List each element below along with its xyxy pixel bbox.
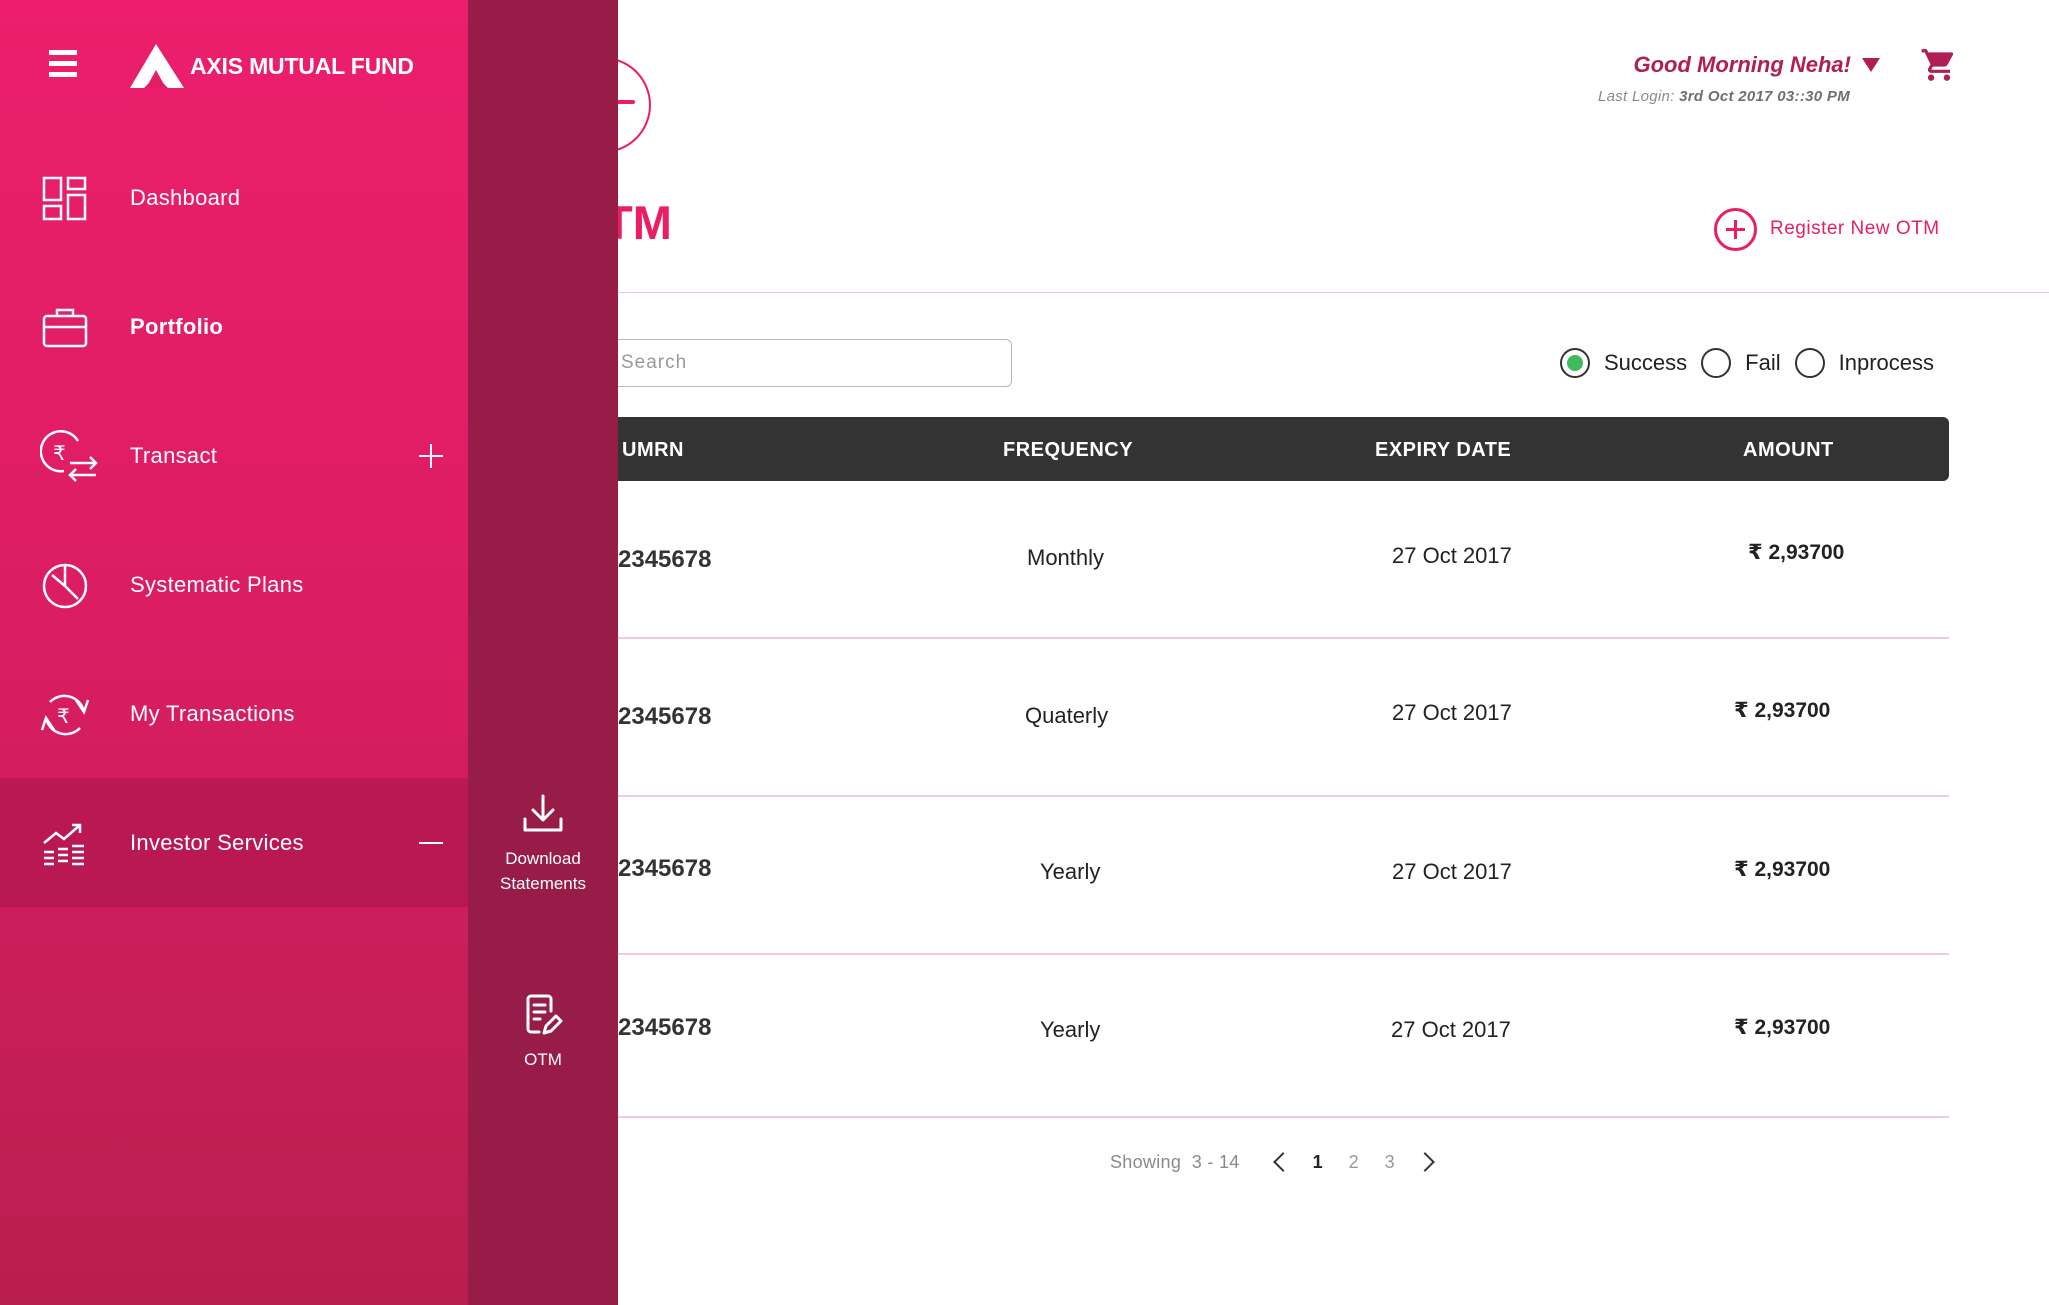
svg-text:₹: ₹ bbox=[57, 704, 70, 728]
last-login-label: Last Login: bbox=[1597, 88, 1675, 105]
filter-label-success: Success bbox=[1604, 350, 1688, 375]
sidebar-label-transact: Transact bbox=[130, 442, 218, 468]
register-new-otm-button[interactable]: Register New OTM bbox=[1714, 207, 1940, 251]
submenu-label-download: Download Statements bbox=[500, 849, 586, 893]
row-divider bbox=[560, 1116, 1949, 1118]
cell-amount: ₹ 2,93700 bbox=[1734, 699, 1831, 722]
cell-umrn: 2345678 bbox=[618, 546, 712, 573]
register-label: Register New OTM bbox=[1770, 218, 1940, 239]
submenu-label-otm: OTM bbox=[524, 1050, 562, 1069]
sidebar-item-transact[interactable]: ₹ Transact bbox=[0, 391, 468, 520]
cell-frequency: Quaterly bbox=[1025, 703, 1109, 728]
sidebar: AXIS MUTUAL FUND Dashboard Portfolio ₹ T… bbox=[0, 0, 468, 1305]
last-login-value: 3rd Oct 2017 03::30 PM bbox=[1679, 88, 1850, 105]
cell-amount: ₹ 2,93700 bbox=[1734, 1016, 1831, 1039]
sidebar-item-investor-services[interactable]: Investor Services bbox=[0, 778, 468, 907]
filter-label-inprocess: Inprocess bbox=[1838, 350, 1934, 375]
page-3[interactable]: 3 bbox=[1385, 1152, 1395, 1173]
expand-plus-icon[interactable] bbox=[419, 443, 443, 468]
submenu-download-statements[interactable]: Download Statements bbox=[468, 792, 618, 896]
investor-services-submenu: Download Statements OTM bbox=[468, 0, 618, 1305]
chevron-left-icon[interactable] bbox=[1272, 1152, 1293, 1172]
briefcase-icon bbox=[42, 308, 88, 348]
rupee-refresh-icon: ₹ bbox=[40, 694, 90, 736]
cell-frequency: Yearly bbox=[1040, 859, 1101, 884]
brand-logo[interactable]: AXIS MUTUAL FUND bbox=[128, 42, 414, 90]
brand-name: AXIS MUTUAL FUND bbox=[190, 52, 414, 79]
cell-amount: ₹ 2,93700 bbox=[1748, 541, 1845, 564]
pagination: Showing 3 - 14 1 2 3 bbox=[1110, 1147, 1444, 1177]
cell-expiry: 27 Oct 2017 bbox=[1391, 1017, 1511, 1042]
column-header-amount[interactable]: AMOUNT bbox=[1743, 439, 1834, 462]
pie-chart-icon bbox=[42, 563, 88, 609]
table-row[interactable]: 2345678 Quaterly 27 Oct 2017 ₹ 2,93700 bbox=[560, 639, 1949, 797]
column-header-frequency[interactable]: FREQUENCY bbox=[1003, 439, 1133, 462]
column-header-umrn[interactable]: UMRN bbox=[622, 439, 684, 462]
table-row[interactable]: 2345678 Yearly 27 Oct 2017 ₹ 2,93700 bbox=[560, 797, 1949, 955]
table-row[interactable]: 2345678 Yearly 27 Oct 2017 ₹ 2,93700 bbox=[560, 955, 1949, 1118]
axis-logo-icon bbox=[130, 44, 184, 88]
submenu-otm[interactable]: OTM bbox=[468, 993, 618, 1072]
sidebar-label-my-transactions: My Transactions bbox=[130, 700, 295, 726]
sidebar-item-dashboard[interactable]: Dashboard bbox=[0, 133, 468, 262]
caret-down-icon[interactable] bbox=[1862, 58, 1880, 72]
search-input[interactable] bbox=[560, 339, 1012, 387]
cell-expiry: 27 Oct 2017 bbox=[1392, 859, 1512, 884]
table-row[interactable]: 2345678 Monthly 27 Oct 2017 ₹ 2,93700 bbox=[560, 481, 1949, 639]
column-header-expiry-date[interactable]: EXPIRY DATE bbox=[1375, 439, 1511, 462]
status-filter: Success Fail Inprocess bbox=[1560, 348, 1948, 378]
filter-label-fail: Fail bbox=[1745, 350, 1781, 375]
sidebar-label-portfolio: Portfolio bbox=[130, 313, 224, 339]
sidebar-item-systematic-plans[interactable]: Systematic Plans bbox=[0, 520, 468, 649]
showing-range: 3 - 14 bbox=[1191, 1151, 1240, 1172]
add-circle-icon bbox=[1714, 207, 1757, 251]
sidebar-item-portfolio[interactable]: Portfolio bbox=[0, 262, 468, 391]
last-login: Last Login: 3rd Oct 2017 03::30 PM bbox=[1598, 88, 1850, 105]
showing-label: Showing bbox=[1110, 1151, 1182, 1172]
sidebar-label-dashboard: Dashboard bbox=[130, 184, 241, 210]
growth-chart-icon bbox=[43, 823, 84, 866]
sidebar-label-investor-services: Investor Services bbox=[130, 829, 304, 855]
cell-umrn: 2345678 bbox=[618, 855, 712, 882]
cell-expiry: 27 Oct 2017 bbox=[1392, 543, 1512, 568]
radio-success[interactable] bbox=[1560, 348, 1590, 378]
page-2[interactable]: 2 bbox=[1349, 1152, 1359, 1173]
dashboard-icon bbox=[42, 176, 87, 221]
radio-inprocess[interactable] bbox=[1794, 348, 1825, 378]
svg-text:₹: ₹ bbox=[53, 441, 66, 465]
page-1[interactable]: 1 bbox=[1313, 1152, 1323, 1173]
chevron-right-icon[interactable] bbox=[1414, 1152, 1435, 1172]
cell-umrn: 2345678 bbox=[618, 1014, 712, 1041]
edit-document-icon bbox=[526, 994, 563, 1035]
table-header: UMRN FREQUENCY EXPIRY DATE AMOUNT bbox=[560, 417, 1949, 481]
divider bbox=[600, 292, 2049, 293]
rupee-exchange-icon: ₹ bbox=[40, 430, 98, 482]
cart-icon[interactable] bbox=[1920, 46, 1958, 84]
greeting-text[interactable]: Good Morning Neha! bbox=[1633, 52, 1851, 78]
menu-icon[interactable] bbox=[49, 50, 77, 80]
sidebar-item-my-transactions[interactable]: ₹ My Transactions bbox=[0, 649, 468, 778]
cell-frequency: Monthly bbox=[1027, 545, 1105, 570]
collapse-minus-icon[interactable] bbox=[419, 831, 443, 855]
cell-expiry: 27 Oct 2017 bbox=[1392, 700, 1512, 725]
download-icon bbox=[523, 794, 563, 832]
sidebar-label-systematic-plans: Systematic Plans bbox=[130, 571, 304, 597]
radio-fail[interactable] bbox=[1701, 348, 1732, 378]
cell-frequency: Yearly bbox=[1040, 1017, 1101, 1042]
cell-amount: ₹ 2,93700 bbox=[1734, 858, 1831, 881]
cell-umrn: 2345678 bbox=[618, 703, 712, 730]
showing-text: Showing 3 - 14 bbox=[1110, 1152, 1240, 1173]
